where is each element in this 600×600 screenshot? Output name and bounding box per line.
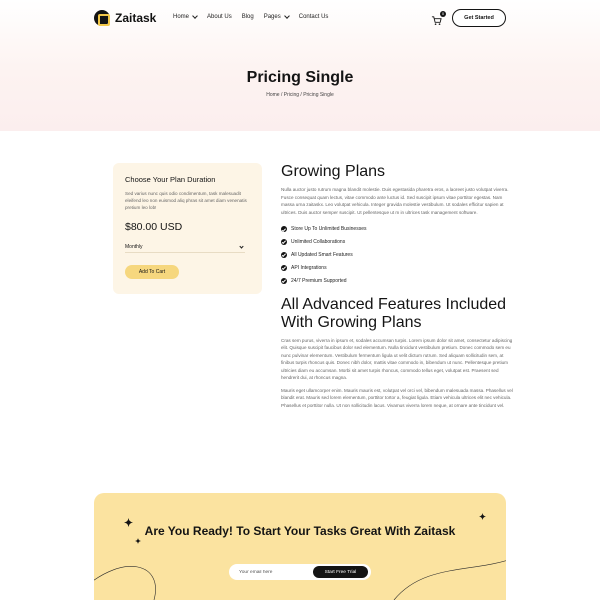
duration-select-value: Monthly	[125, 244, 143, 250]
page-title: Pricing Single	[246, 69, 354, 86]
check-circle-icon	[281, 251, 287, 258]
nav-item-label: Blog	[241, 14, 254, 20]
add-to-cart-button[interactable]: Add To Cart	[125, 265, 179, 279]
plan-price: $80.00 USD	[125, 221, 183, 233]
logo-icon	[94, 10, 110, 26]
main-content: Growing Plans Nulla auctor justo rutrum …	[281, 163, 517, 409]
feature-label: API Integrations	[291, 264, 327, 271]
list-item: API Integrations	[281, 261, 517, 274]
nav-item-about-us[interactable]: About Us	[207, 14, 232, 20]
advanced-features-heading: All Advanced Features Included With Grow…	[281, 295, 507, 331]
newsletter-form: Start Free Trial	[229, 564, 371, 580]
nav-item-contact-us[interactable]: Contact Us	[299, 14, 329, 20]
nav-item-home[interactable]: Home	[173, 13, 198, 20]
wave-decoration	[94, 560, 506, 600]
brand-logo[interactable]: Zaitask	[94, 10, 156, 26]
feature-label: Unlimited Collaborations	[291, 239, 346, 246]
check-circle-icon	[281, 239, 287, 246]
brand-name: Zaitask	[115, 11, 157, 25]
growing-plans-heading: Growing Plans	[281, 163, 386, 180]
list-item: 24/7 Premium Supported	[281, 274, 517, 287]
main-nav: Home About Us Blog Pages Contact Us	[173, 13, 329, 20]
plan-card-title: Choose Your Plan Duration	[125, 175, 216, 184]
plan-duration-card: Choose Your Plan Duration Sed varius nun…	[113, 163, 262, 294]
cart-count-badge: 0	[440, 11, 446, 17]
list-item: Unlimited Collaborations	[281, 236, 517, 249]
nav-item-blog[interactable]: Blog	[242, 14, 254, 20]
cta-banner: Are You Ready! To Start Your Tasks Great…	[94, 493, 506, 600]
check-circle-icon	[281, 226, 287, 233]
check-circle-icon	[281, 264, 287, 271]
page-hero: Zaitask Home About Us Blog Pages Contact…	[0, 0, 600, 131]
list-item: All Updated Smart Features	[281, 249, 517, 262]
get-started-button[interactable]: Get Started	[452, 9, 506, 27]
start-free-trial-button[interactable]: Start Free Trial	[313, 566, 368, 578]
cta-title: Are You Ready! To Start Your Tasks Great…	[144, 524, 456, 538]
nav-item-label: Home	[173, 14, 190, 20]
plan-card-description: Sed varius nunc quis odio condimentum, t…	[125, 191, 247, 210]
chevron-down-icon	[239, 243, 244, 249]
list-item: Store Up To Unlimited Businesses	[281, 223, 517, 236]
nav-item-pages[interactable]: Pages	[263, 13, 290, 20]
feature-label: All Updated Smart Features	[291, 251, 353, 258]
check-circle-icon	[281, 277, 287, 284]
advanced-features-paragraph: Cras sem purus, viverra in ipsum et, sod…	[281, 337, 513, 381]
duration-select[interactable]: Monthly	[125, 242, 245, 253]
nav-item-label: Contact Us	[298, 14, 329, 20]
chevron-down-icon	[192, 13, 198, 19]
email-field[interactable]	[229, 564, 309, 580]
feature-label: Store Up To Unlimited Businesses	[291, 226, 367, 233]
cart-icon	[431, 16, 442, 25]
feature-list: Store Up To Unlimited Businesses Unlimit…	[281, 223, 517, 287]
sparkle-icon	[479, 513, 486, 520]
nav-item-label: About Us	[207, 14, 232, 20]
breadcrumb: Home / Pricing / Pricing Single	[266, 92, 334, 98]
advanced-features-paragraph: Mauris eget ullamcorper enim. Mauris mau…	[281, 387, 513, 408]
cart-button[interactable]: 0	[431, 11, 446, 25]
feature-label: 24/7 Premium Supported	[291, 277, 347, 284]
growing-plans-intro: Nulla auctor justo rutrum magna blandit …	[281, 187, 509, 215]
chevron-down-icon	[283, 13, 290, 19]
nav-item-label: Pages	[263, 14, 281, 20]
